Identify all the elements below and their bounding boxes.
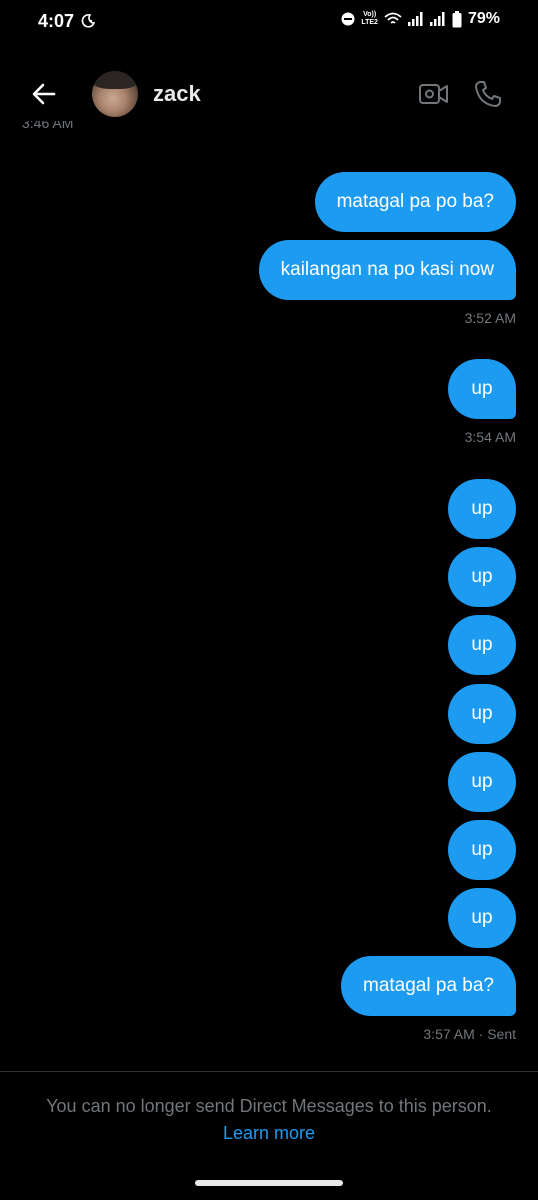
message-bubble[interactable]: kailangan na po kasi now bbox=[258, 240, 516, 300]
message-bubble[interactable]: up bbox=[448, 615, 516, 675]
battery-percent: 79% bbox=[467, 10, 500, 27]
message-bubble[interactable]: up bbox=[448, 479, 516, 539]
message-bubble[interactable]: up bbox=[448, 888, 516, 948]
avatar[interactable] bbox=[92, 71, 138, 117]
message-bubble[interactable]: up bbox=[448, 820, 516, 880]
message-bubble[interactable]: matagal pa po ba? bbox=[314, 172, 516, 232]
message-bubble[interactable]: matagal pa ba? bbox=[341, 956, 516, 1016]
conversation-header: zack bbox=[0, 60, 538, 128]
do-not-disturb-moon-icon bbox=[81, 14, 96, 28]
message-timestamp: 3:52 AM bbox=[464, 310, 516, 326]
signal-icon-1 bbox=[407, 12, 423, 26]
volte-line2: LTE2 bbox=[361, 19, 378, 26]
home-indicator[interactable] bbox=[195, 1180, 343, 1186]
back-arrow-icon[interactable] bbox=[28, 78, 60, 110]
status-icons: Vo)) LTE2 79% bbox=[341, 10, 500, 28]
wifi-icon bbox=[384, 12, 402, 24]
battery-icon bbox=[452, 10, 462, 27]
message-status-timestamp: 3:57 AM · Sent bbox=[423, 1026, 516, 1042]
volte-indicator: Vo)) LTE2 bbox=[361, 11, 378, 27]
signal-icon-2 bbox=[429, 12, 445, 26]
status-time: 4:07 bbox=[38, 11, 75, 31]
earlier-timestamp: 3:46 AM bbox=[22, 121, 74, 131]
avatar-hat bbox=[92, 71, 138, 89]
message-bubble[interactable]: up bbox=[448, 547, 516, 607]
volte-line1: Vo)) bbox=[363, 11, 377, 18]
message-timestamp: 3:54 AM bbox=[464, 429, 516, 445]
divider bbox=[0, 1071, 538, 1072]
dnd-icon bbox=[341, 12, 355, 26]
message-bubble[interactable]: up bbox=[448, 752, 516, 812]
status-bar: 4:07 Vo)) LTE2 79% bbox=[0, 0, 538, 44]
dm-disabled-notice: You can no longer send Direct Messages t… bbox=[46, 1096, 492, 1116]
video-camera-icon[interactable] bbox=[418, 80, 450, 108]
phone-icon[interactable] bbox=[472, 78, 504, 110]
learn-more-link[interactable]: Learn more bbox=[0, 1123, 538, 1144]
message-bubble[interactable]: up bbox=[448, 684, 516, 744]
contact-name[interactable]: zack bbox=[153, 81, 201, 107]
message-bubble[interactable]: up bbox=[448, 359, 516, 419]
